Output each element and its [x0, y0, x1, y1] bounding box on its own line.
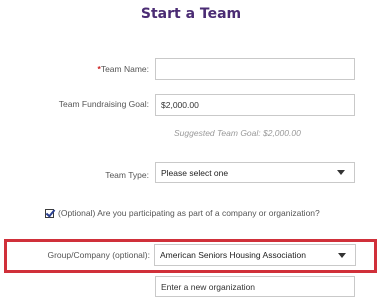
- highlight-box: [4, 239, 377, 273]
- team-type-selected: Please select one: [161, 167, 229, 178]
- fundraising-goal-label: Team Fundraising Goal:: [58, 99, 149, 109]
- team-type-label: Team Type:: [105, 170, 149, 180]
- company-participation-checkbox[interactable]: [45, 208, 54, 218]
- company-participation-row: (Optional) Are you participating as part…: [45, 208, 320, 218]
- suggested-goal-hint: Suggested Team Goal: $2,000.00: [174, 128, 301, 138]
- new-organization-input[interactable]: [155, 276, 355, 297]
- team-name-input[interactable]: [155, 58, 355, 80]
- chevron-down-icon: [337, 170, 345, 175]
- fundraising-goal-input[interactable]: [155, 94, 355, 116]
- start-team-page: Start a Team *Team Name: Team Fundraisin…: [0, 0, 382, 301]
- page-title: Start a Team: [140, 6, 242, 22]
- team-type-select[interactable]: Please select one: [155, 162, 355, 183]
- team-name-label: *Team Name:: [97, 64, 150, 74]
- company-participation-label: (Optional) Are you participating as part…: [58, 208, 320, 218]
